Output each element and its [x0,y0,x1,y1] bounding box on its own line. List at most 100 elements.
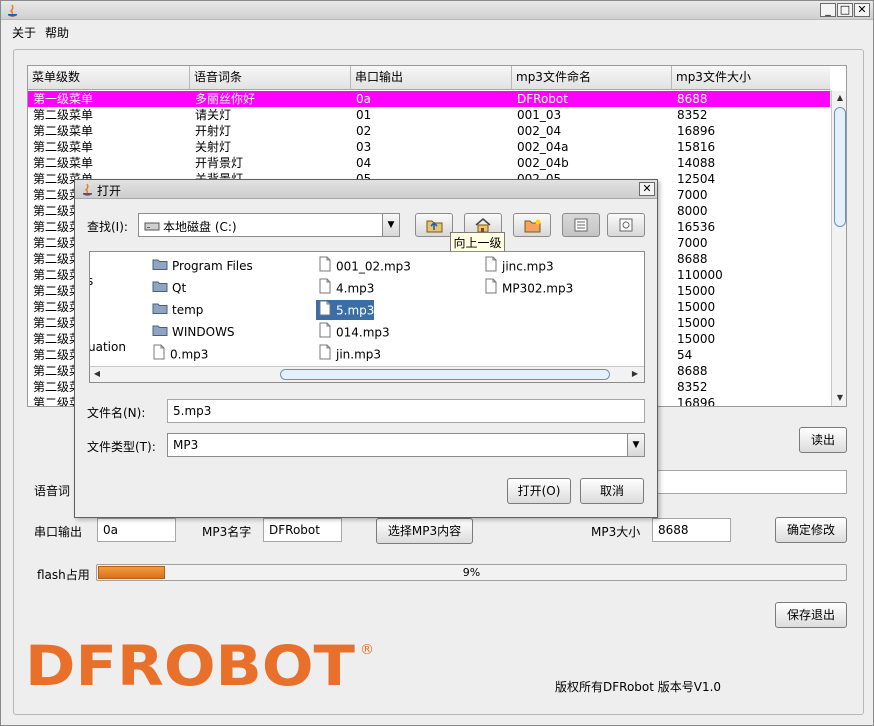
up-folder-icon [426,220,443,233]
cell-phrase: 开射灯 [195,124,232,138]
column-header-phrase[interactable]: 语音词条 [190,66,351,90]
details-view-button[interactable] [607,213,645,237]
file-icon [152,344,166,366]
details-view-icon [619,218,633,232]
cell-mp3-name: 002_04 [517,124,562,138]
copyright-text: 版权所有DFRobot 版本号V1.0 [555,680,722,694]
cell-level: 第一级菜单 [33,92,94,106]
dialog-cancel-button[interactable]: 取消 [580,478,644,504]
cell-phrase: 开背景灯 [195,156,244,170]
column-header-level[interactable]: 菜单级数 [28,66,190,90]
scroll-up-arrow-icon[interactable]: ▲ [832,91,846,105]
file-item[interactable]: 014.mp3 [316,322,390,342]
folder-item[interactable]: WINDOWS [150,322,235,342]
look-in-label: 查找(I): [87,220,128,234]
scroll-left-arrow-icon[interactable]: ◀ [90,367,104,381]
list-view-button[interactable] [562,213,600,237]
file-item[interactable]: 5.mp3 [316,300,375,320]
chevron-down-icon[interactable]: ▼ [382,214,399,236]
file-item[interactable]: 0.mp3 [150,344,208,364]
folder-item[interactable]: Qt [150,278,186,298]
filetype-label: 文件类型(T): [87,440,156,454]
file-item[interactable]: MP302.mp3 [482,278,573,298]
column-header-serial[interactable]: 串口输出 [351,66,512,90]
filetype-combo[interactable]: MP3 ▼ [167,433,645,457]
cell-level: 第二级菜单 [33,124,94,138]
new-folder-button[interactable] [513,213,551,237]
dfrobot-logo: DFROBOT ® [25,634,385,698]
file-name: WINDOWS [172,325,235,339]
file-name: Program Files [172,259,253,273]
mp3-size-input[interactable]: 8688 [652,518,731,542]
menu-help[interactable]: 帮助 [45,24,69,41]
table-row[interactable]: 第二级菜单 开射灯 02 002_04 16896 [28,123,830,139]
mp3-size-label: MP3大小 [591,525,641,539]
confirm-modify-button[interactable]: 确定修改 [775,517,847,543]
table-row[interactable]: 第二级菜单 请关灯 01 001_03 8352 [28,107,830,123]
file-list-horizontal-scrollbar[interactable]: ◀ ▶ [90,366,644,382]
folder-item[interactable]: temp [150,300,203,320]
title-bar[interactable]: _ □ ✕ [1,1,873,20]
column-header-mp3-name[interactable]: mp3文件命名 [512,66,672,90]
look-in-combo[interactable]: 本地磁盘 (C:) ▼ [138,213,400,237]
dialog-open-button[interactable]: 打开(O) [507,478,571,504]
menu-about[interactable]: 关于 [12,24,36,41]
mp3-name-input[interactable]: DFRobot [263,518,342,542]
save-exit-button[interactable]: 保存退出 [775,602,847,628]
dialog-close-button[interactable]: ✕ [639,182,655,196]
cell-phrase: 多丽丝你好 [195,92,256,106]
cell-serial: 01 [356,108,372,122]
file-name: jin.mp3 [336,347,382,362]
look-in-value: 本地磁盘 (C:) [163,220,237,234]
cut-off-text: s [90,274,93,288]
cell-mp3-name: DFRobot [517,92,568,106]
file-item[interactable]: 001_02.mp3 [316,256,411,276]
table-header: 菜单级数 语音词条 串口输出 mp3文件命名 mp3文件大小 [28,66,830,90]
chevron-down-icon[interactable]: ▼ [627,434,644,456]
cell-mp3-name: 001_03 [517,108,562,122]
cell-mp3-size: 15000 [677,332,716,346]
horizontal-scroll-thumb[interactable] [280,369,610,380]
filetype-value: MP3 [173,438,199,452]
read-button[interactable]: 读出 [799,427,847,453]
column-header-mp3-size[interactable]: mp3文件大小 [672,66,830,90]
scroll-right-arrow-icon[interactable]: ▶ [628,367,642,381]
scroll-down-arrow-icon[interactable]: ▼ [832,391,846,405]
drive-icon [144,219,160,235]
folder-item[interactable]: Program Files [150,256,253,276]
cell-serial: 0a [356,92,371,106]
file-name: 0.mp3 [170,347,209,362]
filename-input[interactable]: 5.mp3 [167,399,645,423]
choose-mp3-button[interactable]: 选择MP3内容 [376,518,473,544]
file-item[interactable]: jin.mp3 [316,344,381,364]
table-row[interactable]: 第二级菜单 开背景灯 04 002_04b 14088 [28,155,830,171]
maximize-button[interactable]: □ [837,3,853,17]
file-list[interactable]: s uation ◀ ▶ Program Files Qt temp WINDOWS 0… [89,251,645,383]
cell-level: 第二级菜单 [33,156,94,170]
table-row[interactable]: 第一级菜单 多丽丝你好 0a DFRobot 8688 [28,91,830,107]
open-file-dialog[interactable]: 打开 ✕ 查找(I): 本地磁盘 (C:) ▼ 向上一级 s uation ◀ … [74,179,658,518]
minimize-button[interactable]: _ [820,3,836,17]
table-row[interactable]: 第二级菜单 关射灯 03 002_04a 15816 [28,139,830,155]
cell-mp3-size: 7000 [677,236,708,250]
cell-phrase: 关射灯 [195,140,232,154]
scroll-thumb[interactable] [834,107,846,227]
file-item[interactable]: 4.mp3 [316,278,374,298]
up-one-level-button[interactable] [415,213,453,237]
cell-mp3-size: 8352 [677,108,708,122]
dialog-title-bar[interactable]: 打开 ✕ [75,180,657,199]
cell-mp3-name: 002_04b [517,156,569,170]
file-icon [318,278,332,300]
table-vertical-scrollbar[interactable]: ▲ ▼ [831,91,846,406]
serial-input[interactable]: 0a [97,518,176,542]
mp3-name-label: MP3名字 [202,525,252,539]
cell-mp3-size: 8688 [677,92,708,106]
cell-mp3-size: 8000 [677,204,708,218]
new-folder-icon [524,219,541,233]
file-item[interactable]: jinc.mp3 [482,256,554,276]
file-name: temp [172,303,204,317]
close-button[interactable]: ✕ [854,3,870,17]
file-name: Qt [172,281,187,295]
phrase-label: 语音词 [34,484,71,498]
cut-off-text: uation [89,340,126,354]
